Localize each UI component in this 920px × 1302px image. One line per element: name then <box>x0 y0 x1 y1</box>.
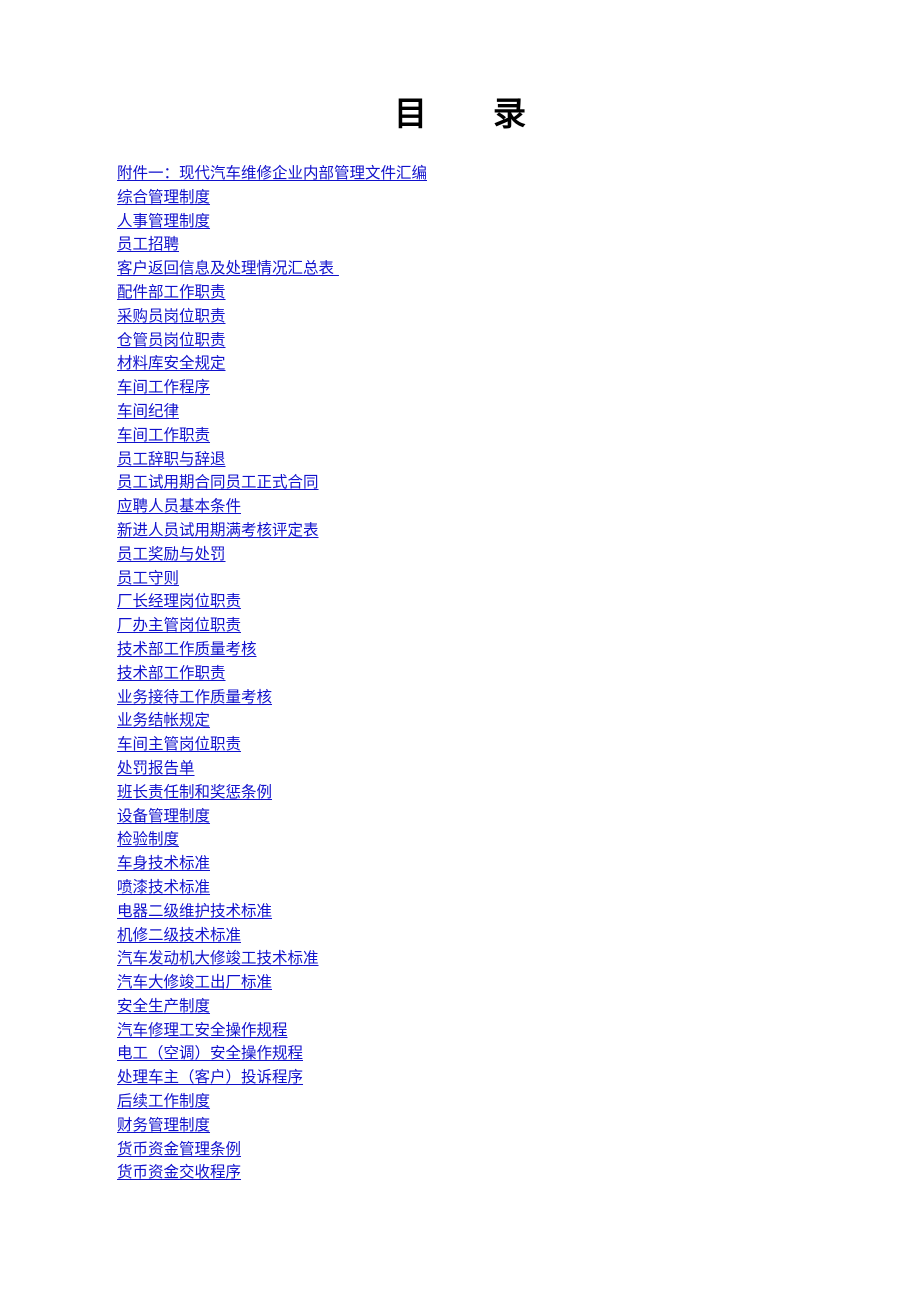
toc-link[interactable]: 厂办主管岗位职责 <box>117 616 241 634</box>
toc-link[interactable]: 技术部工作质量考核 <box>117 640 257 658</box>
toc-link[interactable]: 班长责任制和奖惩条例 <box>117 783 272 801</box>
page-title: 目 录 <box>394 94 526 133</box>
toc-entry: 电器二级维护技术标准 <box>117 899 877 923</box>
toc-entry: 员工辞职与辞退 <box>117 447 877 471</box>
toc-link[interactable]: 员工招聘 <box>117 235 179 253</box>
toc-link[interactable]: 车间工作程序 <box>117 378 210 396</box>
toc-link[interactable]: 客户返回信息及处理情况汇总表 <box>117 259 339 277</box>
toc-entry: 车间纪律 <box>117 399 877 423</box>
toc-entry: 业务结帐规定 <box>117 708 877 732</box>
toc-entry: 客户返回信息及处理情况汇总表 <box>117 256 877 280</box>
toc-entry: 员工奖励与处罚 <box>117 542 877 566</box>
toc-entry: 仓管员岗位职责 <box>117 328 877 352</box>
toc-entry: 附件一：现代汽车维修企业内部管理文件汇编 <box>117 161 877 185</box>
toc-entry: 喷漆技术标准 <box>117 875 877 899</box>
toc-entry: 厂办主管岗位职责 <box>117 613 877 637</box>
toc-link[interactable]: 车间纪律 <box>117 402 179 420</box>
toc-entry: 综合管理制度 <box>117 185 877 209</box>
toc-entry: 车身技术标准 <box>117 851 877 875</box>
toc-link[interactable]: 汽车大修竣工出厂标准 <box>117 973 272 991</box>
toc-link[interactable]: 电工（空调）安全操作规程 <box>117 1044 303 1062</box>
toc-entry: 安全生产制度 <box>117 994 877 1018</box>
toc-link[interactable]: 配件部工作职责 <box>117 283 226 301</box>
toc-entry: 车间工作程序 <box>117 375 877 399</box>
toc-link[interactable]: 喷漆技术标准 <box>117 878 210 896</box>
toc-entry: 汽车修理工安全操作规程 <box>117 1018 877 1042</box>
toc-link[interactable]: 安全生产制度 <box>117 997 210 1015</box>
toc-entry: 厂长经理岗位职责 <box>117 589 877 613</box>
table-of-contents-list: 附件一：现代汽车维修企业内部管理文件汇编 综合管理制度 人事管理制度 员工招聘客户返回… <box>117 161 877 1184</box>
toc-link[interactable]: 后续工作制度 <box>117 1092 210 1110</box>
toc-link[interactable]: 仓管员岗位职责 <box>117 331 226 349</box>
toc-entry: 应聘人员基本条件 <box>117 494 877 518</box>
toc-link[interactable]: 电器二级维护技术标准 <box>117 902 272 920</box>
toc-link[interactable]: 材料库安全规定 <box>117 354 226 372</box>
toc-entry: 班长责任制和奖惩条例 <box>117 780 877 804</box>
toc-link[interactable]: 技术部工作职责 <box>117 664 226 682</box>
toc-link[interactable]: 车身技术标准 <box>117 854 210 872</box>
toc-link[interactable]: 员工守则 <box>117 569 179 587</box>
toc-entry: 车间主管岗位职责 <box>117 732 877 756</box>
toc-entry: 货币资金交收程序 <box>117 1160 877 1184</box>
toc-link[interactable]: 货币资金管理条例 <box>117 1140 241 1158</box>
toc-entry: 设备管理制度 <box>117 804 877 828</box>
toc-link[interactable]: 厂长经理岗位职责 <box>117 592 241 610</box>
toc-link[interactable]: 应聘人员基本条件 <box>117 497 241 515</box>
toc-entry: 材料库安全规定 <box>117 351 877 375</box>
toc-link[interactable]: 采购员岗位职责 <box>117 307 226 325</box>
toc-link[interactable]: 处理车主（客户）投诉程序 <box>117 1068 303 1086</box>
toc-link[interactable]: 机修二级技术标准 <box>117 926 241 944</box>
toc-entry: 员工招聘 <box>117 232 877 256</box>
toc-entry: 人事管理制度 <box>117 209 877 233</box>
toc-entry: 汽车大修竣工出厂标准 <box>117 970 877 994</box>
toc-entry: 财务管理制度 <box>117 1113 877 1137</box>
toc-link[interactable]: 处罚报告单 <box>117 759 195 777</box>
toc-link[interactable]: 汽车发动机大修竣工技术标准 <box>117 949 319 967</box>
toc-entry: 处理车主（客户）投诉程序 <box>117 1065 877 1089</box>
toc-link[interactable]: 员工奖励与处罚 <box>117 545 226 563</box>
toc-link[interactable]: 财务管理制度 <box>117 1116 210 1134</box>
toc-entry: 检验制度 <box>117 827 877 851</box>
toc-link[interactable]: 附件一：现代汽车维修企业内部管理文件汇编 <box>117 164 427 182</box>
toc-link[interactable]: 人事管理制度 <box>117 212 210 230</box>
toc-entry: 技术部工作职责 <box>117 661 877 685</box>
toc-entry: 采购员岗位职责 <box>117 304 877 328</box>
toc-entry: 员工守则 <box>117 566 877 590</box>
toc-entry: 货币资金管理条例 <box>117 1137 877 1161</box>
document-page: 目 录 附件一：现代汽车维修企业内部管理文件汇编 综合管理制度 人事管理制度 员工招聘… <box>0 0 920 1302</box>
toc-link[interactable]: 检验制度 <box>117 830 179 848</box>
toc-link[interactable]: 业务接待工作质量考核 <box>117 688 272 706</box>
toc-entry: 汽车发动机大修竣工技术标准 <box>117 946 877 970</box>
toc-entry: 后续工作制度 <box>117 1089 877 1113</box>
toc-link[interactable]: 车间工作职责 <box>117 426 210 444</box>
toc-link[interactable]: 综合管理制度 <box>117 188 210 206</box>
toc-entry: 员工试用期合同员工正式合同 <box>117 470 877 494</box>
toc-entry: 处罚报告单 <box>117 756 877 780</box>
toc-link[interactable]: 车间主管岗位职责 <box>117 735 241 753</box>
toc-link[interactable]: 货币资金交收程序 <box>117 1163 241 1181</box>
toc-entry: 业务接待工作质量考核 <box>117 685 877 709</box>
toc-link[interactable]: 业务结帐规定 <box>117 711 210 729</box>
toc-entry: 配件部工作职责 <box>117 280 877 304</box>
toc-link[interactable]: 新进人员试用期满考核评定表 <box>117 521 319 539</box>
toc-entry: 车间工作职责 <box>117 423 877 447</box>
toc-entry: 技术部工作质量考核 <box>117 637 877 661</box>
toc-entry: 新进人员试用期满考核评定表 <box>117 518 877 542</box>
toc-link[interactable]: 汽车修理工安全操作规程 <box>117 1021 288 1039</box>
toc-link[interactable]: 员工试用期合同员工正式合同 <box>117 473 319 491</box>
toc-link[interactable]: 员工辞职与辞退 <box>117 450 226 468</box>
toc-entry: 电工（空调）安全操作规程 <box>117 1041 877 1065</box>
toc-link[interactable]: 设备管理制度 <box>117 807 210 825</box>
toc-entry: 机修二级技术标准 <box>117 923 877 947</box>
